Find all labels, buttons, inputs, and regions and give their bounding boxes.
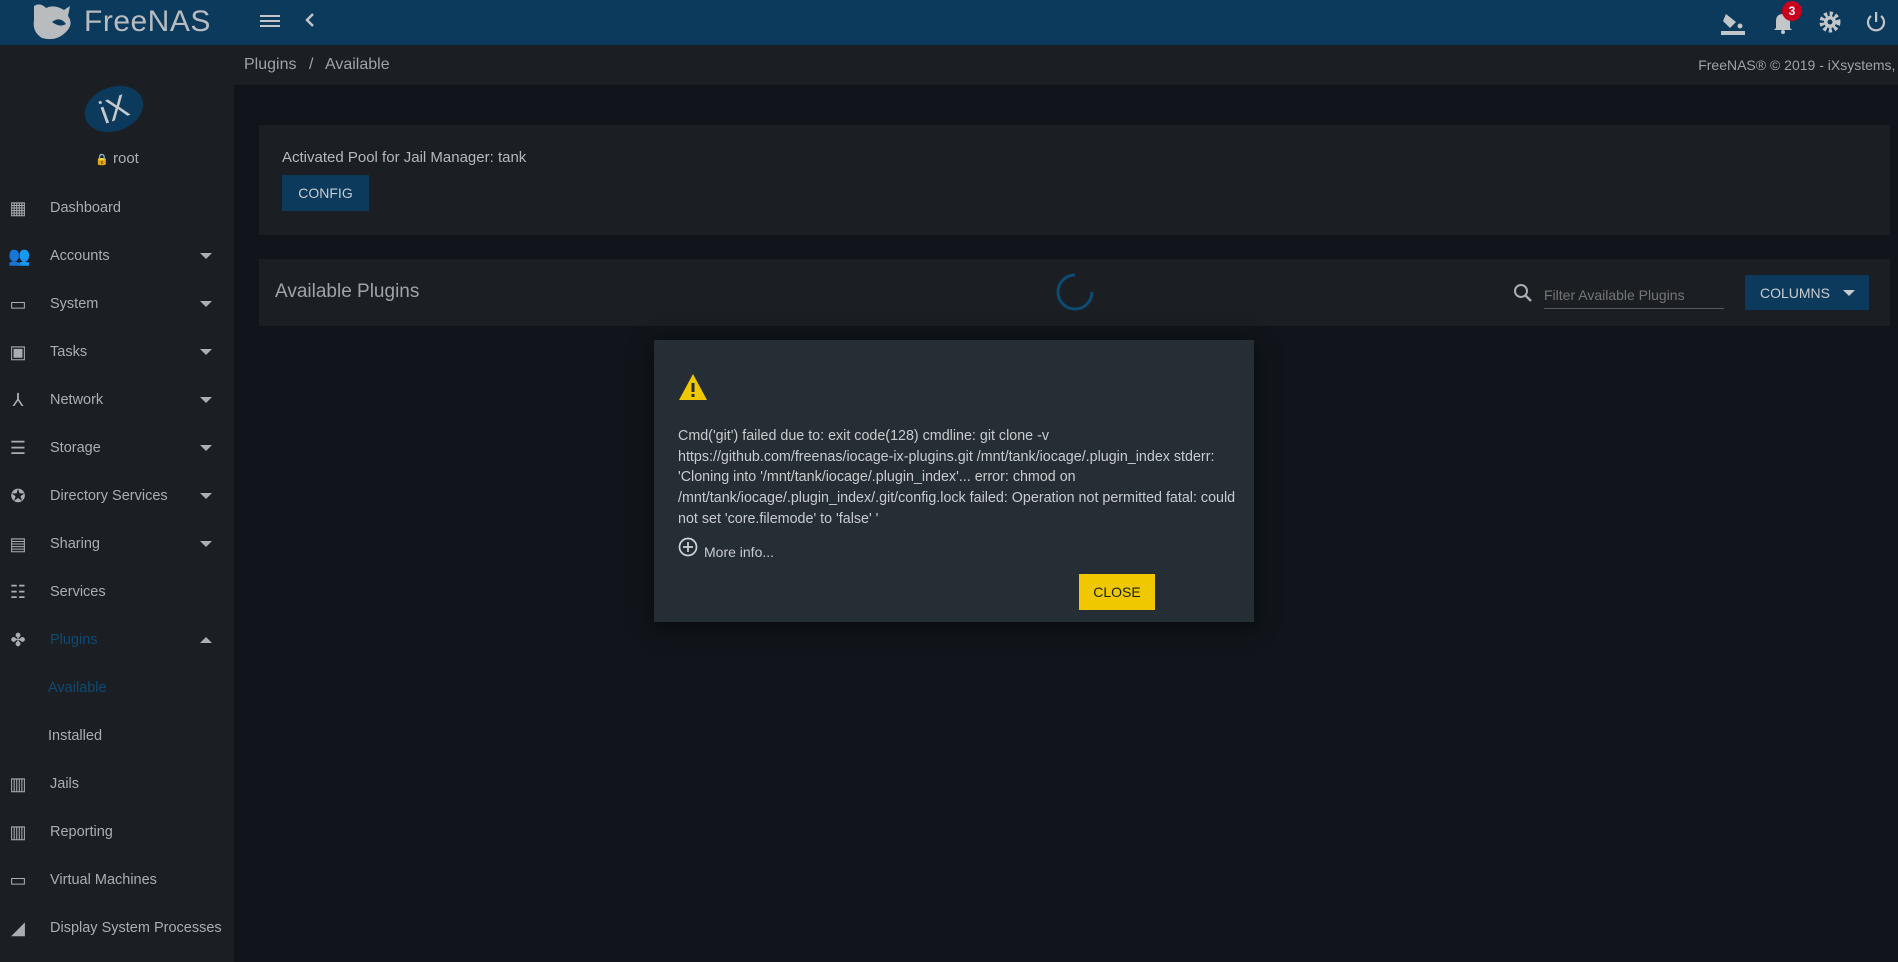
network-icon: ⅄ bbox=[12, 390, 24, 410]
current-user: 🔒 root bbox=[0, 150, 234, 167]
caret-down-icon bbox=[1843, 290, 1855, 296]
sidebar-item-sharing[interactable]: ▤ Sharing bbox=[0, 520, 234, 568]
columns-button[interactable]: COLUMNS bbox=[1745, 275, 1869, 310]
search-icon bbox=[1514, 284, 1532, 302]
error-dialog: Cmd('git') failed due to: exit code(128)… bbox=[654, 340, 1254, 622]
error-message: Cmd('git') failed due to: exit code(128)… bbox=[678, 428, 1236, 527]
copyright: FreeNAS® © 2019 - iXsystems, Inc bbox=[1698, 57, 1898, 73]
jail-pool-card: Activated Pool for Jail Manager: tank CO… bbox=[259, 125, 1890, 235]
username: root bbox=[113, 150, 139, 167]
collapse-sidebar-button[interactable] bbox=[304, 9, 316, 35]
display-system-processes-icon: ◢ bbox=[11, 918, 25, 938]
storage-icon: ☰ bbox=[9, 438, 27, 458]
sidebar-item-dashboard[interactable]: ▦ Dashboard bbox=[0, 184, 234, 232]
sidebar-item-label: Directory Services bbox=[50, 488, 168, 504]
sidebar-item-label: Tasks bbox=[50, 344, 88, 360]
sidebar-item-label: Plugins bbox=[50, 632, 98, 648]
caret-down-icon bbox=[200, 253, 212, 259]
caret-down-icon bbox=[200, 349, 212, 355]
chevron-left-icon bbox=[305, 13, 314, 27]
dashboard-icon: ▦ bbox=[9, 198, 27, 218]
top-bar: FreeNAS 3 bbox=[0, 0, 1898, 45]
sidebar-item-label: Jails bbox=[50, 776, 80, 792]
lock-icon: 🔒 bbox=[95, 154, 109, 166]
breadcrumb-plugins[interactable]: Plugins bbox=[244, 56, 296, 73]
notifications-button[interactable]: 3 bbox=[1772, 1, 1802, 40]
filter-plugins-input[interactable] bbox=[1544, 281, 1724, 309]
notification-badge: 3 bbox=[1782, 1, 1802, 21]
sidebar-item-tasks[interactable]: ▣ Tasks bbox=[0, 328, 234, 376]
freenas-logo[interactable]: FreeNAS bbox=[30, 2, 211, 42]
breadcrumb: Plugins / Available bbox=[244, 56, 390, 74]
sidebar-item-label: Installed bbox=[48, 728, 103, 744]
breadcrumb-bar: Plugins / Available FreeNAS® © 2019 - iX… bbox=[234, 45, 1898, 85]
jails-icon: ▥ bbox=[9, 774, 27, 794]
sidebar-item-reporting[interactable]: ▥ Reporting bbox=[0, 808, 234, 856]
sidebar-item-network[interactable]: ⅄ Network bbox=[0, 376, 234, 424]
sidebar-item-label: System bbox=[50, 296, 99, 312]
sidebar-item-label: Sharing bbox=[50, 536, 100, 552]
caret-up-icon bbox=[200, 637, 212, 643]
sidebar-item-plugins[interactable]: ✤ Plugins bbox=[0, 616, 234, 664]
virtual-machines-icon: ▭ bbox=[9, 870, 27, 890]
sidebar-item-services[interactable]: ☷ Services bbox=[0, 568, 234, 616]
sidebar-item-virtual-machines[interactable]: ▭ Virtual Machines bbox=[0, 856, 234, 904]
brand-name: FreeNAS bbox=[84, 5, 211, 38]
power-button[interactable] bbox=[1864, 10, 1888, 40]
sidebar-item-jails[interactable]: ▥ Jails bbox=[0, 760, 234, 808]
sharing-icon: ▤ bbox=[9, 534, 27, 554]
settings-button[interactable] bbox=[1818, 10, 1842, 40]
caret-down-icon bbox=[200, 541, 212, 547]
available-plugins-card: Available Plugins COLUMNS bbox=[259, 259, 1890, 326]
sidebar-item-label: Storage bbox=[50, 440, 101, 456]
sidebar-item-accounts[interactable]: 👥 Accounts bbox=[0, 232, 234, 280]
warning-icon bbox=[679, 374, 707, 400]
plugins-icon: ✤ bbox=[10, 630, 26, 650]
services-icon: ☷ bbox=[9, 582, 27, 602]
sidebar-item-label: Accounts bbox=[50, 248, 110, 264]
sidebar-item-label: Virtual Machines bbox=[50, 872, 157, 888]
sidebar-item-display-system-processes[interactable]: ◢ Display System Processes bbox=[0, 904, 234, 952]
breadcrumb-separator: / bbox=[308, 56, 314, 73]
accounts-icon: 👥 bbox=[8, 246, 31, 266]
power-icon bbox=[1866, 12, 1886, 32]
reporting-icon: ▥ bbox=[9, 822, 27, 842]
pool-label: Activated Pool for Jail Manager: tank bbox=[282, 149, 527, 166]
system-icon: ▭ bbox=[9, 294, 27, 314]
sidebar-item-label: Network bbox=[50, 392, 104, 408]
more-info-toggle[interactable]: More info... bbox=[678, 534, 774, 560]
plugins-title: Available Plugins bbox=[275, 281, 420, 302]
menu-toggle-button[interactable] bbox=[260, 9, 280, 35]
theme-button[interactable] bbox=[1720, 10, 1746, 42]
sidebar-item-available[interactable]: Available bbox=[0, 664, 234, 712]
columns-label: COLUMNS bbox=[1760, 284, 1831, 301]
plus-circle-icon bbox=[678, 537, 698, 557]
sidebar-item-label: Available bbox=[48, 680, 107, 696]
sidebar-item-installed[interactable]: Installed bbox=[0, 712, 234, 760]
ix-logo: iX bbox=[78, 78, 150, 140]
close-button[interactable]: CLOSE bbox=[1079, 574, 1155, 610]
sidebar-item-storage[interactable]: ☰ Storage bbox=[0, 424, 234, 472]
sidebar-item-label: Dashboard bbox=[50, 200, 121, 216]
caret-down-icon bbox=[200, 397, 212, 403]
sidebar-item-label: Display System Processes bbox=[50, 920, 222, 936]
sidebar-item-label: Reporting bbox=[50, 824, 113, 840]
directory-services-icon: ✪ bbox=[10, 486, 26, 506]
more-info-label: More info... bbox=[704, 544, 775, 560]
tasks-icon: ▣ bbox=[9, 342, 27, 362]
caret-down-icon bbox=[200, 493, 212, 499]
loading-spinner-icon bbox=[1056, 273, 1094, 311]
gear-icon bbox=[1819, 11, 1841, 33]
breadcrumb-available: Available bbox=[324, 56, 390, 73]
sidebar-item-directory-services[interactable]: ✪ Directory Services bbox=[0, 472, 234, 520]
sidebar-item-system[interactable]: ▭ System bbox=[0, 280, 234, 328]
caret-down-icon bbox=[200, 301, 212, 307]
hamburger-icon bbox=[260, 15, 280, 27]
shark-logo-icon bbox=[33, 4, 71, 40]
config-button[interactable]: CONFIG bbox=[282, 175, 369, 211]
sidebar-item-label: Services bbox=[50, 584, 106, 600]
caret-down-icon bbox=[200, 445, 212, 451]
paint-bucket-icon bbox=[1721, 14, 1745, 35]
